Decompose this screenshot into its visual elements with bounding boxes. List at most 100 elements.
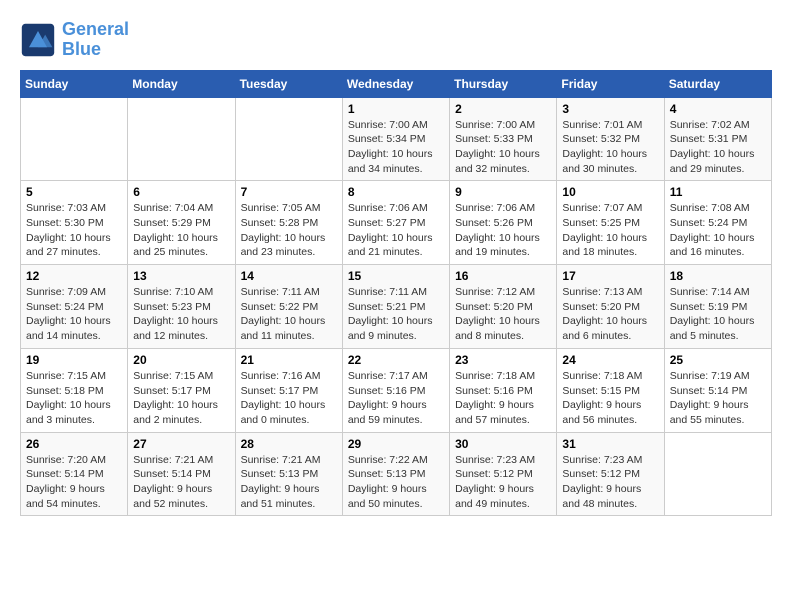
day-content: Sunrise: 7:09 AM Sunset: 5:24 PM Dayligh… bbox=[26, 285, 122, 344]
day-number: 10 bbox=[562, 185, 658, 199]
calendar-cell: 15 Sunrise: 7:11 AM Sunset: 5:21 PM Dayli… bbox=[342, 265, 449, 349]
calendar-cell: 11 Sunrise: 7:08 AM Sunset: 5:24 PM Dayli… bbox=[664, 181, 771, 265]
weekday-header: Saturday bbox=[664, 70, 771, 97]
calendar-table: SundayMondayTuesdayWednesdayThursdayFrid… bbox=[20, 70, 772, 517]
day-number: 22 bbox=[348, 353, 444, 367]
calendar-cell bbox=[664, 432, 771, 516]
day-number: 12 bbox=[26, 269, 122, 283]
day-number: 9 bbox=[455, 185, 551, 199]
day-number: 30 bbox=[455, 437, 551, 451]
calendar-cell: 14 Sunrise: 7:11 AM Sunset: 5:22 PM Dayli… bbox=[235, 265, 342, 349]
logo-icon bbox=[20, 22, 56, 58]
calendar-cell: 17 Sunrise: 7:13 AM Sunset: 5:20 PM Dayli… bbox=[557, 265, 664, 349]
calendar-cell: 26Sunrise: 7:20 AM Sunset: 5:14 PM Dayli… bbox=[21, 432, 128, 516]
day-number: 20 bbox=[133, 353, 229, 367]
calendar-header: SundayMondayTuesdayWednesdayThursdayFrid… bbox=[21, 70, 772, 97]
day-content: Sunrise: 7:15 AM Sunset: 5:17 PM Dayligh… bbox=[133, 369, 229, 428]
day-number: 16 bbox=[455, 269, 551, 283]
day-number: 17 bbox=[562, 269, 658, 283]
day-number: 11 bbox=[670, 185, 766, 199]
day-number: 14 bbox=[241, 269, 337, 283]
day-number: 24 bbox=[562, 353, 658, 367]
calendar-cell: 1 Sunrise: 7:00 AM Sunset: 5:34 PM Daylig… bbox=[342, 97, 449, 181]
calendar-cell: 10 Sunrise: 7:07 AM Sunset: 5:25 PM Dayli… bbox=[557, 181, 664, 265]
day-number: 4 bbox=[670, 102, 766, 116]
day-content: Sunrise: 7:01 AM Sunset: 5:32 PM Dayligh… bbox=[562, 118, 658, 177]
day-content: Sunrise: 7:08 AM Sunset: 5:24 PM Dayligh… bbox=[670, 201, 766, 260]
calendar-cell: 22 Sunrise: 7:17 AM Sunset: 5:16 PM Dayli… bbox=[342, 348, 449, 432]
calendar-cell: 24 Sunrise: 7:18 AM Sunset: 5:15 PM Dayli… bbox=[557, 348, 664, 432]
day-number: 1 bbox=[348, 102, 444, 116]
day-number: 5 bbox=[26, 185, 122, 199]
weekday-header: Tuesday bbox=[235, 70, 342, 97]
calendar-week-row: 19 Sunrise: 7:15 AM Sunset: 5:18 PM Dayli… bbox=[21, 348, 772, 432]
calendar-cell: 25Sunrise: 7:19 AM Sunset: 5:14 PM Dayli… bbox=[664, 348, 771, 432]
day-number: 23 bbox=[455, 353, 551, 367]
weekday-header: Sunday bbox=[21, 70, 128, 97]
day-content: Sunrise: 7:21 AM Sunset: 5:13 PM Dayligh… bbox=[241, 453, 337, 512]
day-number: 31 bbox=[562, 437, 658, 451]
logo-text: General Blue bbox=[62, 20, 129, 60]
day-content: Sunrise: 7:00 AM Sunset: 5:34 PM Dayligh… bbox=[348, 118, 444, 177]
day-content: Sunrise: 7:06 AM Sunset: 5:26 PM Dayligh… bbox=[455, 201, 551, 260]
day-number: 7 bbox=[241, 185, 337, 199]
calendar-cell: 7 Sunrise: 7:05 AM Sunset: 5:28 PM Daylig… bbox=[235, 181, 342, 265]
day-content: Sunrise: 7:05 AM Sunset: 5:28 PM Dayligh… bbox=[241, 201, 337, 260]
day-content: Sunrise: 7:18 AM Sunset: 5:15 PM Dayligh… bbox=[562, 369, 658, 428]
day-number: 2 bbox=[455, 102, 551, 116]
day-content: Sunrise: 7:21 AM Sunset: 5:14 PM Dayligh… bbox=[133, 453, 229, 512]
day-content: Sunrise: 7:23 AM Sunset: 5:12 PM Dayligh… bbox=[455, 453, 551, 512]
day-number: 18 bbox=[670, 269, 766, 283]
weekday-header: Thursday bbox=[450, 70, 557, 97]
day-content: Sunrise: 7:11 AM Sunset: 5:22 PM Dayligh… bbox=[241, 285, 337, 344]
calendar-cell: 19 Sunrise: 7:15 AM Sunset: 5:18 PM Dayli… bbox=[21, 348, 128, 432]
calendar-cell: 4 Sunrise: 7:02 AM Sunset: 5:31 PM Daylig… bbox=[664, 97, 771, 181]
calendar-cell: 3 Sunrise: 7:01 AM Sunset: 5:32 PM Daylig… bbox=[557, 97, 664, 181]
calendar-cell: 8Sunrise: 7:06 AM Sunset: 5:27 PM Daylig… bbox=[342, 181, 449, 265]
calendar-cell: 31 Sunrise: 7:23 AM Sunset: 5:12 PM Dayli… bbox=[557, 432, 664, 516]
day-number: 3 bbox=[562, 102, 658, 116]
day-content: Sunrise: 7:00 AM Sunset: 5:33 PM Dayligh… bbox=[455, 118, 551, 177]
calendar-cell: 5Sunrise: 7:03 AM Sunset: 5:30 PM Daylig… bbox=[21, 181, 128, 265]
day-content: Sunrise: 7:07 AM Sunset: 5:25 PM Dayligh… bbox=[562, 201, 658, 260]
day-content: Sunrise: 7:15 AM Sunset: 5:18 PM Dayligh… bbox=[26, 369, 122, 428]
day-content: Sunrise: 7:18 AM Sunset: 5:16 PM Dayligh… bbox=[455, 369, 551, 428]
day-content: Sunrise: 7:13 AM Sunset: 5:20 PM Dayligh… bbox=[562, 285, 658, 344]
calendar-cell: 18 Sunrise: 7:14 AM Sunset: 5:19 PM Dayli… bbox=[664, 265, 771, 349]
day-content: Sunrise: 7:20 AM Sunset: 5:14 PM Dayligh… bbox=[26, 453, 122, 512]
calendar-cell: 16 Sunrise: 7:12 AM Sunset: 5:20 PM Dayli… bbox=[450, 265, 557, 349]
day-content: Sunrise: 7:11 AM Sunset: 5:21 PM Dayligh… bbox=[348, 285, 444, 344]
calendar-cell: 12 Sunrise: 7:09 AM Sunset: 5:24 PM Dayli… bbox=[21, 265, 128, 349]
weekday-header: Friday bbox=[557, 70, 664, 97]
calendar-cell bbox=[21, 97, 128, 181]
day-number: 6 bbox=[133, 185, 229, 199]
day-content: Sunrise: 7:10 AM Sunset: 5:23 PM Dayligh… bbox=[133, 285, 229, 344]
day-content: Sunrise: 7:22 AM Sunset: 5:13 PM Dayligh… bbox=[348, 453, 444, 512]
calendar-cell bbox=[128, 97, 235, 181]
logo: General Blue bbox=[20, 20, 129, 60]
day-content: Sunrise: 7:17 AM Sunset: 5:16 PM Dayligh… bbox=[348, 369, 444, 428]
calendar-week-row: 26Sunrise: 7:20 AM Sunset: 5:14 PM Dayli… bbox=[21, 432, 772, 516]
day-number: 15 bbox=[348, 269, 444, 283]
day-number: 29 bbox=[348, 437, 444, 451]
calendar-cell: 23 Sunrise: 7:18 AM Sunset: 5:16 PM Dayli… bbox=[450, 348, 557, 432]
day-number: 19 bbox=[26, 353, 122, 367]
calendar-cell: 29 Sunrise: 7:22 AM Sunset: 5:13 PM Dayli… bbox=[342, 432, 449, 516]
calendar-cell: 21Sunrise: 7:16 AM Sunset: 5:17 PM Dayli… bbox=[235, 348, 342, 432]
day-content: Sunrise: 7:23 AM Sunset: 5:12 PM Dayligh… bbox=[562, 453, 658, 512]
day-content: Sunrise: 7:16 AM Sunset: 5:17 PM Dayligh… bbox=[241, 369, 337, 428]
day-content: Sunrise: 7:19 AM Sunset: 5:14 PM Dayligh… bbox=[670, 369, 766, 428]
day-number: 28 bbox=[241, 437, 337, 451]
calendar-week-row: 5Sunrise: 7:03 AM Sunset: 5:30 PM Daylig… bbox=[21, 181, 772, 265]
day-number: 27 bbox=[133, 437, 229, 451]
day-content: Sunrise: 7:12 AM Sunset: 5:20 PM Dayligh… bbox=[455, 285, 551, 344]
day-content: Sunrise: 7:14 AM Sunset: 5:19 PM Dayligh… bbox=[670, 285, 766, 344]
weekday-header: Wednesday bbox=[342, 70, 449, 97]
day-content: Sunrise: 7:06 AM Sunset: 5:27 PM Dayligh… bbox=[348, 201, 444, 260]
day-content: Sunrise: 7:02 AM Sunset: 5:31 PM Dayligh… bbox=[670, 118, 766, 177]
calendar-cell: 20 Sunrise: 7:15 AM Sunset: 5:17 PM Dayli… bbox=[128, 348, 235, 432]
calendar-cell bbox=[235, 97, 342, 181]
page-header: General Blue bbox=[20, 20, 772, 60]
calendar-cell: 30 Sunrise: 7:23 AM Sunset: 5:12 PM Dayli… bbox=[450, 432, 557, 516]
calendar-cell: 13Sunrise: 7:10 AM Sunset: 5:23 PM Dayli… bbox=[128, 265, 235, 349]
